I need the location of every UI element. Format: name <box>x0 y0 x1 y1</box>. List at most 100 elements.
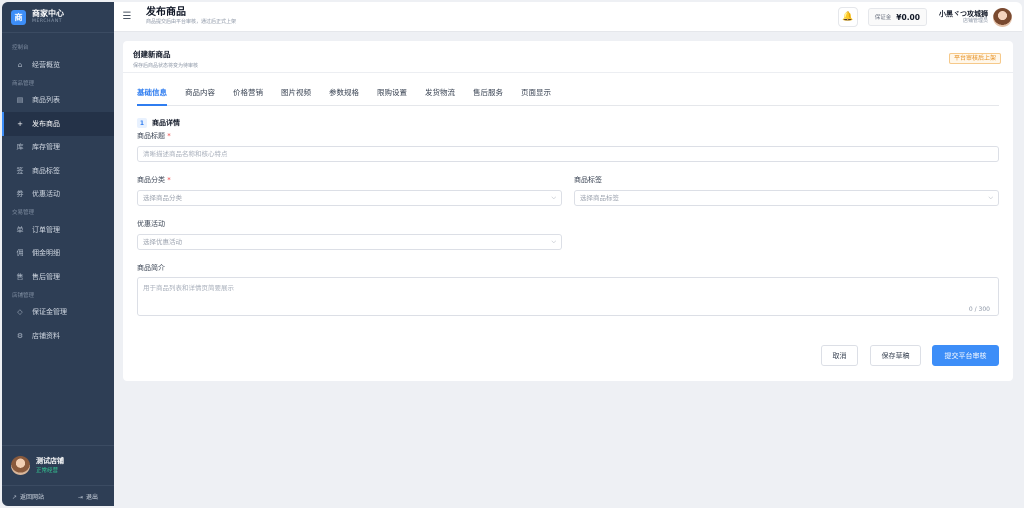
brand-title: 商家中心 <box>32 8 64 18</box>
promo-select[interactable]: 选择优惠活动 ⌵ <box>137 234 562 250</box>
store-name: 测试店铺 <box>36 457 64 466</box>
card-header: 创建新商品 保存后商品状态将变为待审核 平台审核后上架 <box>123 41 1013 73</box>
save-draft-button[interactable]: 保存草稿 <box>870 345 921 366</box>
cancel-button[interactable]: 取消 <box>821 345 858 366</box>
nav-group-title: 交易管理 <box>12 210 35 216</box>
user-role: 店铺管理员 <box>962 18 988 25</box>
tag-label: 商品标签 <box>574 176 602 184</box>
gear-icon: ⚙ <box>16 331 24 340</box>
char-counter: 0 / 300 <box>968 306 990 313</box>
logout-label: 退出 <box>85 493 98 501</box>
tab-product-content[interactable]: 商品内容 <box>185 82 215 106</box>
user-info[interactable]: 小黑ヾつ攻城狮 店铺管理员 <box>939 10 988 24</box>
sidebar-item-label: 佣金明细 <box>32 249 60 258</box>
sidebar-item-label: 库存管理 <box>32 143 60 152</box>
category-select[interactable]: 选择商品分类 ⌵ <box>137 190 562 206</box>
intro-label: 商品简介 <box>137 264 165 272</box>
logout-icon: ⇥ <box>77 493 83 501</box>
avatar[interactable] <box>993 7 1012 27</box>
tab-pricing[interactable]: 价格营销 <box>233 82 263 106</box>
inventory-icon: 库 <box>16 143 24 152</box>
tab-specs[interactable]: 参数规格 <box>329 82 359 106</box>
tab-page-display[interactable]: 页面显示 <box>521 82 551 106</box>
sidebar-item-promotions[interactable]: 券 优惠活动 <box>2 183 114 207</box>
required-mark: * <box>167 176 171 184</box>
list-icon: ▤ <box>16 96 24 105</box>
chevron-down-icon: ⌵ <box>551 194 556 201</box>
deposit-label: 保证金 <box>874 15 892 21</box>
menu-toggle-icon[interactable]: ☰ <box>116 11 138 22</box>
tag-icon: 签 <box>16 166 24 175</box>
sidebar-item-publish-product[interactable]: + 发布商品 <box>2 112 114 136</box>
sidebar-item-overview[interactable]: ⌂ 经营概览 <box>2 53 114 77</box>
category-label: 商品分类 * <box>137 175 171 185</box>
form-tabs: 基础信息 商品内容 价格营销 图片视频 参数规格 限购设置 发货物流 售后服务 … <box>137 82 999 106</box>
external-link-icon: ↗ <box>12 493 18 501</box>
top-header: ☰ 发布商品 商品提交后由平台审核，通过后正式上架 🔔 保证金 ¥0.00 小黑… <box>114 2 1022 32</box>
category-label-text: 商品分类 <box>137 176 165 184</box>
create-product-card: 创建新商品 保存后商品状态将变为待审核 平台审核后上架 基础信息 商品内容 价格… <box>123 41 1013 381</box>
sidebar-item-label: 商品标签 <box>32 166 60 175</box>
review-status-badge: 平台审核后上架 <box>948 53 1001 64</box>
sidebar-item-label: 优惠活动 <box>32 190 60 199</box>
submit-review-button[interactable]: 提交平台审核 <box>932 345 999 366</box>
tab-basic-info[interactable]: 基础信息 <box>137 82 167 106</box>
page-title: 发布商品 <box>146 7 186 18</box>
brand[interactable]: 商 商家中心 MERCHANT <box>2 2 114 32</box>
nav-group-title: 商品管理 <box>12 80 35 87</box>
nav-group-title: 控制台 <box>12 45 29 51</box>
tab-after-sales[interactable]: 售后服务 <box>473 82 503 106</box>
store-status: 正常经营 <box>36 467 59 474</box>
chevron-down-icon: ⌵ <box>988 194 993 201</box>
diamond-icon: ◇ <box>17 308 23 317</box>
promo-placeholder: 选择优惠活动 <box>143 238 182 246</box>
sidebar-item-label: 保证金管理 <box>32 308 67 317</box>
tag-select[interactable]: 选择商品标签 ⌵ <box>574 190 999 206</box>
sidebar: 商 商家中心 MERCHANT 控制台 ⌂ 经营概览 商品管理 ▤ 商品列表 +… <box>2 2 114 506</box>
sidebar-footer: ↗ 返回网站 ⇥ 退出 <box>2 485 114 506</box>
home-icon: ⌂ <box>17 60 23 69</box>
sidebar-item-label: 订单管理 <box>32 225 60 234</box>
store-avatar <box>11 456 30 475</box>
sidebar-item-inventory[interactable]: 库 库存管理 <box>2 136 114 160</box>
intro-placeholder: 用于商品列表和详情页简要展示 <box>143 284 234 292</box>
coupon-icon: 券 <box>16 190 24 199</box>
sidebar-item-store-profile[interactable]: ⚙ 店铺资料 <box>2 324 114 348</box>
card-subtitle: 保存后商品状态将变为待审核 <box>133 63 199 69</box>
product-intro-textarea[interactable]: 用于商品列表和详情页简要展示 0 / 300 <box>137 277 999 316</box>
category-placeholder: 选择商品分类 <box>143 194 182 202</box>
product-title-input[interactable] <box>137 146 999 162</box>
sidebar-item-deposit[interactable]: ◇ 保证金管理 <box>2 301 114 325</box>
card-title: 创建新商品 <box>133 50 171 59</box>
logout-link[interactable]: ⇥ 退出 <box>78 492 98 501</box>
section-title: 商品详情 <box>152 119 180 127</box>
sidebar-item-product-tags[interactable]: 签 商品标签 <box>2 159 114 183</box>
title-label-text: 商品标题 <box>137 132 165 140</box>
tab-media[interactable]: 图片视频 <box>281 82 311 106</box>
sidebar-item-after-sales[interactable]: 售 售后管理 <box>2 265 114 289</box>
tab-shipping[interactable]: 发货物流 <box>425 82 455 106</box>
required-mark: * <box>167 132 171 140</box>
user-name: 小黑ヾつ攻城狮 <box>939 9 988 18</box>
brand-logo-icon: 商 <box>11 9 26 25</box>
back-to-site-link[interactable]: ↗ 返回网站 <box>12 492 44 501</box>
sidebar-item-commission[interactable]: 佣 佣金明细 <box>2 242 114 266</box>
sidebar-item-label: 发布商品 <box>32 119 60 128</box>
page-subtitle: 商品提交后由平台审核，通过后正式上架 <box>146 19 237 25</box>
bell-icon: 🔔 <box>842 12 854 22</box>
sidebar-item-orders[interactable]: 单 订单管理 <box>2 218 114 242</box>
title-label: 商品标题 * <box>137 131 171 141</box>
sidebar-item-label: 经营概览 <box>32 60 60 69</box>
plus-icon: + <box>17 119 23 128</box>
sidebar-item-product-list[interactable]: ▤ 商品列表 <box>2 89 114 113</box>
sidebar-item-label: 商品列表 <box>32 96 60 105</box>
section-number: 1 <box>137 118 147 128</box>
section-heading: 1 商品详情 <box>137 118 180 128</box>
tag-placeholder: 选择商品标签 <box>580 194 619 202</box>
notification-button[interactable]: 🔔 <box>837 7 858 27</box>
tab-purchase-limit[interactable]: 限购设置 <box>377 82 407 106</box>
promo-label: 优惠活动 <box>137 220 165 228</box>
store-info[interactable]: 测试店铺 正常经营 <box>2 445 114 485</box>
after-sales-icon: 售 <box>16 272 24 281</box>
deposit-balance[interactable]: 保证金 ¥0.00 <box>867 8 927 26</box>
